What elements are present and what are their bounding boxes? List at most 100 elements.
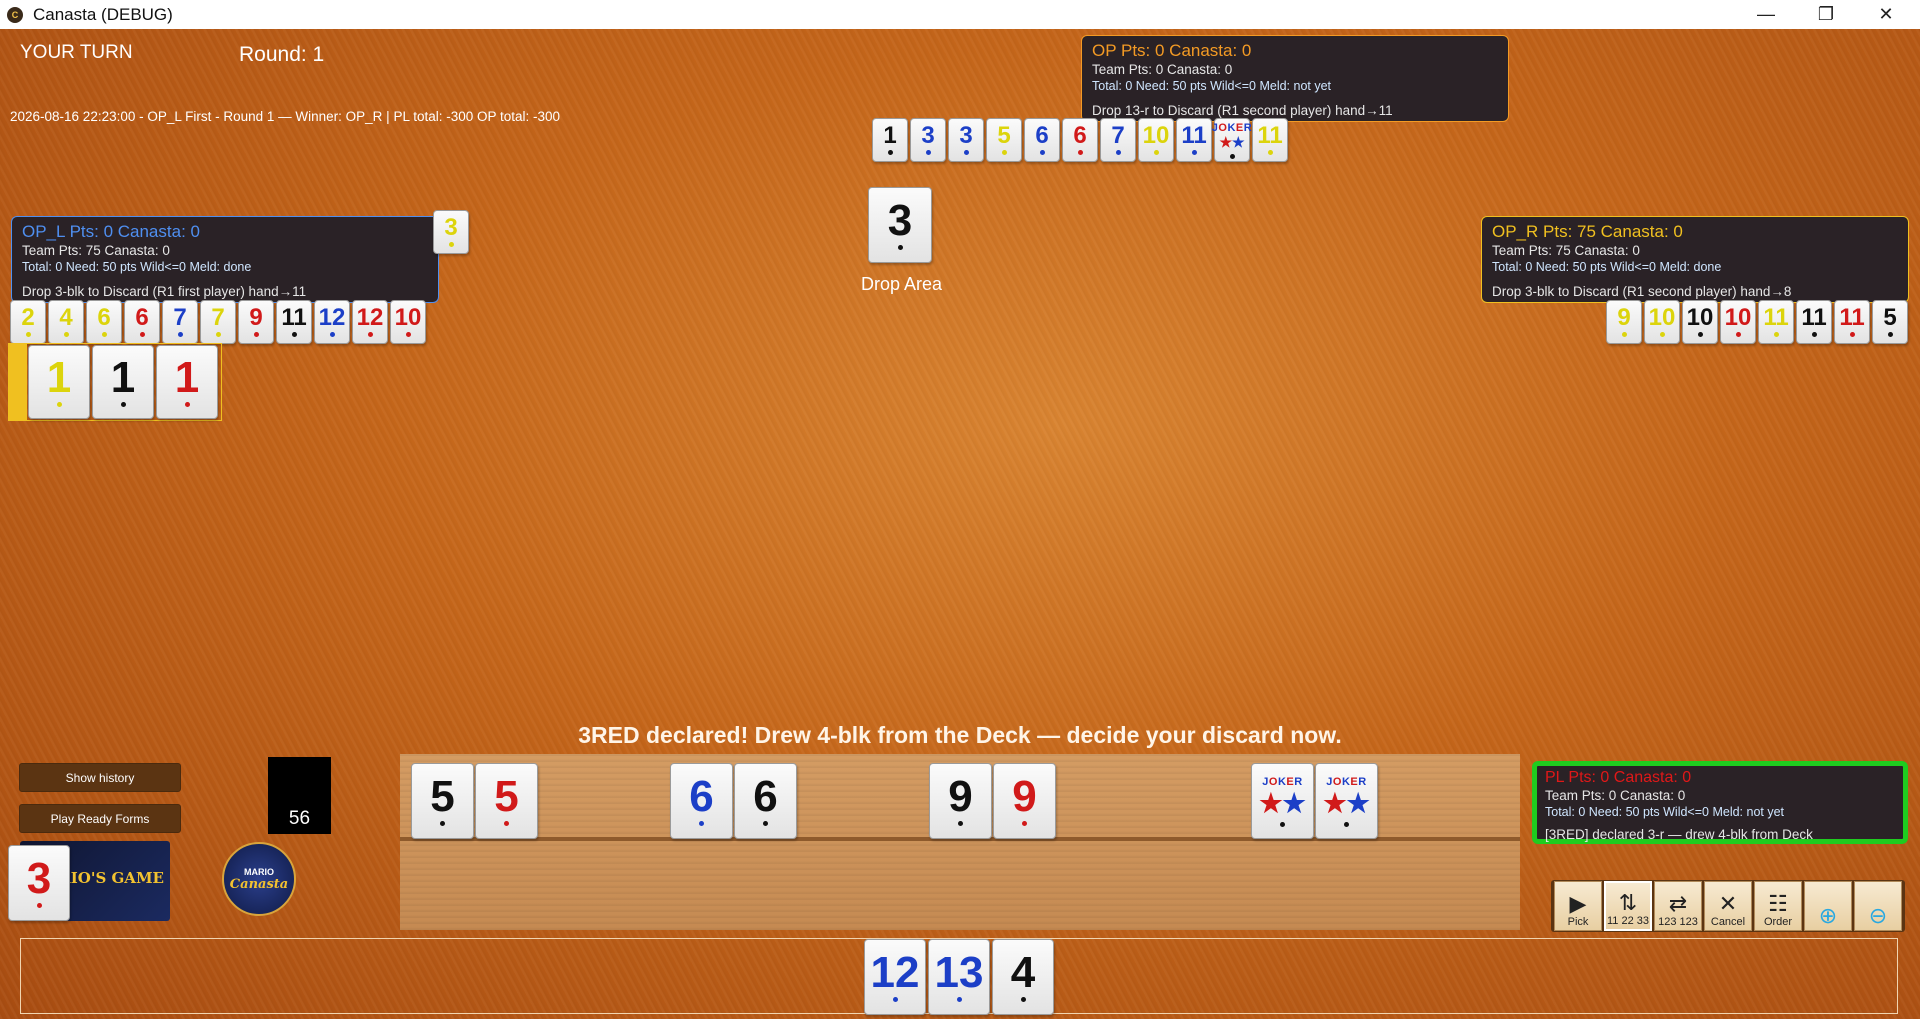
tile-dot: [1020, 996, 1026, 1002]
canasta-logo-bottom: Canasta: [229, 876, 289, 892]
op-panel: OP Pts: 0 Canasta: 0 Team Pts: 0 Canasta…: [1081, 35, 1509, 122]
order-button[interactable]: ☷ Order: [1754, 881, 1802, 931]
cancel-icon: ✕: [1718, 891, 1738, 916]
tile-value: 12: [870, 948, 920, 998]
tile-value: 10: [1686, 303, 1714, 331]
tile-value: 3: [26, 854, 52, 904]
tile-dot: [1001, 150, 1007, 156]
rack-tile[interactable]: 9: [993, 763, 1056, 839]
op-l-tile: 7: [162, 300, 198, 344]
tile-dot: [56, 401, 62, 407]
toolbar-label: 123 123: [1658, 916, 1698, 928]
play-ready-forms-button[interactable]: Play Ready Forms: [19, 804, 181, 833]
tile-dot: [1115, 150, 1121, 156]
tile-dot: [367, 332, 373, 338]
discard-tile[interactable]: 3: [868, 187, 932, 263]
tile-value: 5: [494, 772, 519, 822]
rack-tile[interactable]: 9: [929, 763, 992, 839]
op-l-tile: 12: [352, 300, 388, 344]
tile-value: 6: [135, 303, 149, 331]
tile-dot: [897, 244, 903, 250]
tile-dot: [36, 902, 42, 908]
tile-value: 5: [430, 772, 455, 822]
op-tile: 5: [986, 118, 1022, 162]
op-r-team: Team Pts: 75 Canasta: 0: [1492, 243, 1640, 258]
hand-tile[interactable]: 13: [928, 939, 990, 1015]
tile-value: 4: [59, 303, 73, 331]
rack-tile[interactable]: JOKER ★★: [1251, 763, 1314, 839]
tile-dot: [1344, 821, 1349, 827]
rack-tile[interactable]: 6: [670, 763, 733, 839]
minimize-button[interactable]: —: [1736, 0, 1796, 29]
tile-dot: [63, 332, 69, 338]
meld-tile: 1: [156, 345, 218, 419]
joker-stars-icon: ★★: [1219, 133, 1245, 150]
tile-value: 7: [173, 303, 187, 331]
tile-value: 6: [753, 772, 778, 822]
round-indicator: Round: 1: [239, 43, 325, 66]
tile-value: 1: [110, 353, 136, 403]
rack-tile[interactable]: 5: [475, 763, 538, 839]
op-l-title: OP_L Pts: 0 Canasta: 0: [22, 222, 200, 241]
tile-dot: [892, 996, 898, 1002]
op-l-tile: 9: [238, 300, 274, 344]
red-three: 3: [8, 845, 70, 921]
op-r-title: OP_R Pts: 75 Canasta: 0: [1492, 222, 1683, 241]
tile-value: 10: [1142, 121, 1170, 149]
tile-value: 1: [46, 353, 72, 403]
op-r-stats: Total: 0 Need: 50 pts Wild<=0 Meld: done: [1492, 260, 1722, 274]
tile-dot: [291, 332, 297, 338]
tile-value: 12: [356, 303, 384, 331]
op-l-tile: 4: [48, 300, 84, 344]
tile-value: 10: [1648, 303, 1676, 331]
zoom-out-button[interactable]: ⊖: [1854, 881, 1902, 931]
pick-button[interactable]: ▶ Pick: [1554, 881, 1602, 931]
tile-value: 7: [211, 303, 225, 331]
rack-tile[interactable]: 6: [734, 763, 797, 839]
maximize-button[interactable]: ❐: [1796, 0, 1856, 29]
tile-dot: [1849, 332, 1855, 338]
op-tile: 6: [1024, 118, 1060, 162]
tile-value: 11: [281, 303, 307, 331]
tile-dot: [440, 820, 445, 826]
toolbar-label: 11 22 33: [1606, 915, 1649, 927]
tile-dot: [1811, 332, 1817, 338]
deck[interactable]: 56: [268, 757, 331, 834]
tile-dot: [963, 150, 969, 156]
op-tile: 3: [948, 118, 984, 162]
tile-dot: [699, 820, 704, 826]
op-l-tile: 7: [200, 300, 236, 344]
tile-value: 6: [1035, 121, 1049, 149]
sort-pairs-button[interactable]: ⇅ 11 22 33: [1604, 881, 1652, 931]
sort-pairs-icon: ⇅: [1618, 890, 1638, 915]
cancel-button[interactable]: ✕ Cancel: [1704, 881, 1752, 931]
tile-value: 3: [887, 196, 913, 246]
tile-value: 5: [1883, 303, 1897, 331]
hand-tile[interactable]: 4: [992, 939, 1054, 1015]
op-l-tile: 12: [314, 300, 350, 344]
tile-value: 11: [1257, 121, 1283, 149]
joker-label: JOKER: [1211, 121, 1253, 134]
canasta-logo-top: MARIO: [244, 866, 274, 877]
tile-dot: [504, 820, 509, 826]
tile-value: 11: [1763, 303, 1789, 331]
tile-value: 9: [948, 772, 973, 822]
op-stats: Total: 0 Need: 50 pts Wild<=0 Meld: not …: [1092, 79, 1332, 93]
op-l-tile: 11: [276, 300, 312, 344]
show-history-button[interactable]: Show history: [19, 763, 181, 792]
zoom-in-button[interactable]: ⊕: [1804, 881, 1852, 931]
tile-dot: [1621, 332, 1627, 338]
tile-dot: [1697, 332, 1703, 338]
tile-dot: [184, 401, 190, 407]
close-button[interactable]: ✕: [1856, 0, 1916, 29]
tile-value: 1: [174, 353, 200, 403]
tile-dot: [101, 332, 107, 338]
op-team: Team Pts: 0 Canasta: 0: [1092, 62, 1233, 77]
sort-runs-button[interactable]: ⇄ 123 123: [1654, 881, 1702, 931]
hand-tile[interactable]: 12: [864, 939, 926, 1015]
rack-tile[interactable]: JOKER ★★: [1315, 763, 1378, 839]
rack-tile[interactable]: 5: [411, 763, 474, 839]
op-tile: 7: [1100, 118, 1136, 162]
tile-value: 10: [1724, 303, 1752, 331]
meld-tile: 1: [28, 345, 90, 419]
